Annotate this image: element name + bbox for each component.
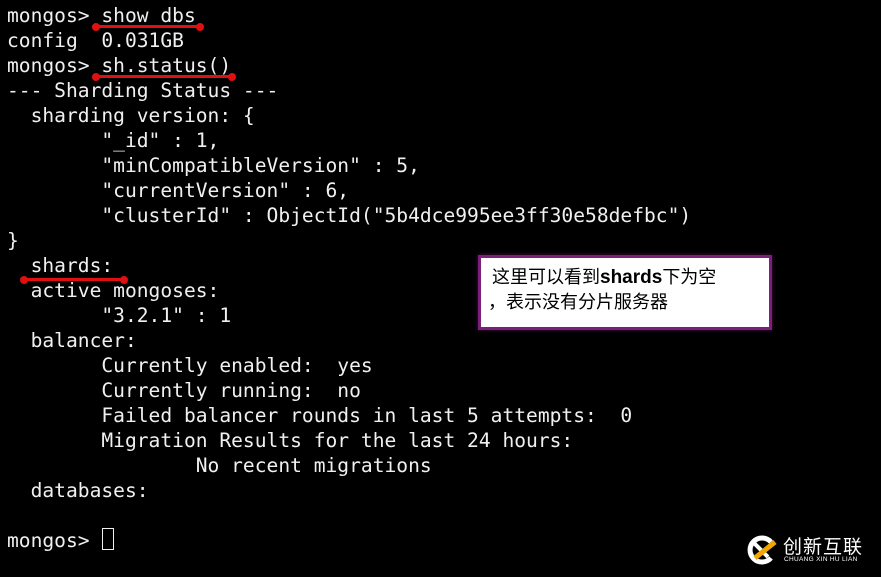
terminal-line-output: "minCompatibleVersion" : 5, bbox=[7, 154, 420, 177]
logo-name-en: CHUANG XIN HU LIAN bbox=[784, 556, 858, 563]
terminal-line-output: config 0.031GB bbox=[7, 29, 184, 52]
terminal-line-output: Migration Results for the last 24 hours: bbox=[7, 429, 574, 452]
terminal-line-output: balancer: bbox=[7, 329, 137, 352]
chuangxin-logo-icon bbox=[747, 535, 777, 565]
terminal-line-output: No recent migrations bbox=[7, 454, 432, 477]
annotation-underline-sh-status bbox=[92, 72, 236, 81]
callout-line-1: 这里可以看到shards下为空 bbox=[492, 267, 716, 289]
callout-line-2: ，表示没有分片服务器 bbox=[488, 292, 668, 313]
watermark-logo: 创新互联 CHUANG XIN HU LIAN bbox=[745, 532, 875, 568]
annotation-callout: 这里可以看到shards下为空 ，表示没有分片服务器 bbox=[478, 255, 772, 330]
terminal-line-output: databases: bbox=[7, 479, 149, 502]
annotation-underline-show-dbs bbox=[92, 22, 204, 31]
logo-name-cn: 创新互联 bbox=[783, 536, 864, 558]
terminal-line-output: Currently enabled: yes bbox=[7, 354, 373, 377]
callout-highlight: shards bbox=[600, 267, 663, 288]
terminal-line-output: active mongoses: bbox=[7, 279, 220, 302]
terminal-line-output: "clusterId" : ObjectId("5b4dce995ee3ff30… bbox=[7, 204, 692, 227]
terminal-line-output: shards: bbox=[7, 254, 114, 277]
terminal-cursor[interactable] bbox=[102, 528, 114, 550]
annotation-underline-shards bbox=[20, 275, 128, 284]
terminal-line-output: "currentVersion" : 6, bbox=[7, 179, 350, 202]
terminal-line-output: "_id" : 1, bbox=[7, 129, 220, 152]
terminal-prompt[interactable]: mongos> bbox=[7, 528, 101, 553]
callout-text: 下为空 bbox=[662, 267, 717, 288]
terminal-line-output: Failed balancer rounds in last 5 attempt… bbox=[7, 404, 633, 427]
terminal-line-output: --- Sharding Status --- bbox=[7, 79, 279, 102]
terminal-line-output: Currently running: no bbox=[7, 379, 361, 402]
terminal-line-output: sharding version: { bbox=[7, 104, 255, 127]
terminal-line-output: "3.2.1" : 1 bbox=[7, 304, 232, 327]
terminal-line-output: } bbox=[7, 229, 19, 252]
callout-text: 这里可以看到 bbox=[492, 267, 600, 288]
